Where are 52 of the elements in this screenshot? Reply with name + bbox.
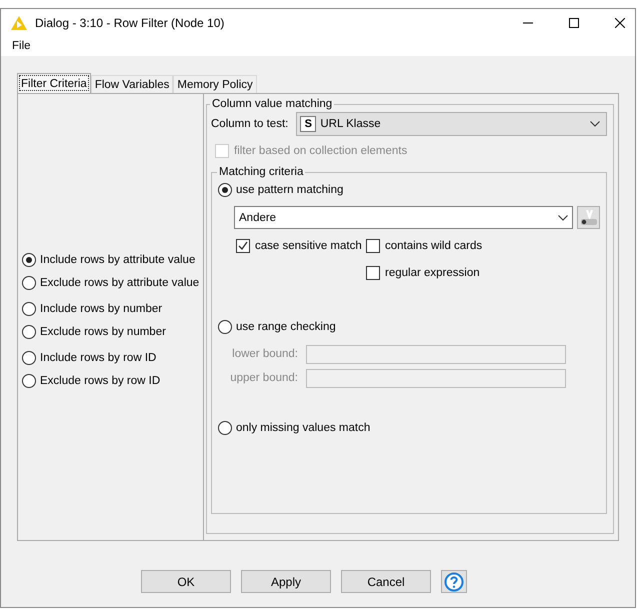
string-type-icon: S <box>300 116 316 132</box>
radio-label: Include rows by attribute value <box>40 254 196 266</box>
radio-button[interactable] <box>22 302 36 316</box>
radio-label: Exclude rows by number <box>40 326 166 338</box>
dropdown-value: URL Klasse <box>320 118 382 130</box>
radio-label: Exclude rows by attribute value <box>40 276 200 288</box>
checkbox[interactable] <box>366 238 380 252</box>
radio-button[interactable] <box>22 350 36 364</box>
checkbox-label: regular expression <box>385 266 480 278</box>
variable-icon <box>580 210 598 226</box>
tab[interactable]: Memory Policy <box>173 75 257 93</box>
radio-button[interactable] <box>22 374 36 388</box>
maximize-icon[interactable] <box>569 18 579 28</box>
field-label: upper bound: <box>229 372 299 384</box>
radio-button[interactable] <box>22 252 36 266</box>
warning-triangle-icon <box>11 16 27 30</box>
field-label: Column to test: <box>211 118 288 130</box>
field-label: lower bound: <box>231 348 299 360</box>
radio-label: only missing values match <box>236 422 370 434</box>
window-title: Dialog - 3:10 - Row Filter (Node 10) <box>35 16 226 30</box>
menu-item[interactable]: File <box>12 40 31 52</box>
checkbox-label: contains wild cards <box>385 240 482 252</box>
group-title: Matching criteria <box>218 166 304 178</box>
chevron-down-icon <box>558 214 568 220</box>
flow-variable-button[interactable] <box>577 206 600 229</box>
group-title: Column value matching <box>211 98 334 110</box>
checkbox-label: filter based on collection elements <box>234 145 408 157</box>
radio-button[interactable] <box>218 420 232 434</box>
radio-label: use pattern matching <box>236 184 344 196</box>
radio-label: Include rows by number <box>40 302 162 314</box>
dialog-button[interactable]: Apply <box>241 570 331 593</box>
help-button[interactable] <box>441 570 467 593</box>
radio-label: use range checking <box>236 320 336 332</box>
radio-button[interactable] <box>218 182 232 196</box>
checkbox[interactable] <box>236 238 250 252</box>
radio-button[interactable] <box>22 324 36 338</box>
radio-label: Exclude rows by row ID <box>40 374 160 386</box>
tab[interactable]: Filter Criteria <box>17 73 91 93</box>
radio-button[interactable] <box>218 320 232 334</box>
dialog-button[interactable]: OK <box>141 570 231 593</box>
column-dropdown[interactable]: S URL Klasse <box>296 112 607 136</box>
tab[interactable]: Flow Variables <box>90 75 174 93</box>
radio-button[interactable] <box>22 276 36 290</box>
checkbox[interactable] <box>366 266 380 280</box>
radio-label: Include rows by row ID <box>40 352 156 364</box>
chevron-down-icon <box>590 121 600 127</box>
close-icon[interactable] <box>615 18 625 28</box>
combobox-value: Andere <box>239 212 276 224</box>
checkbox-label: case sensitive match <box>255 240 362 252</box>
dialog-button[interactable]: Cancel <box>341 570 431 593</box>
help-icon <box>444 572 464 592</box>
pattern-combobox[interactable]: Andere <box>234 206 573 229</box>
